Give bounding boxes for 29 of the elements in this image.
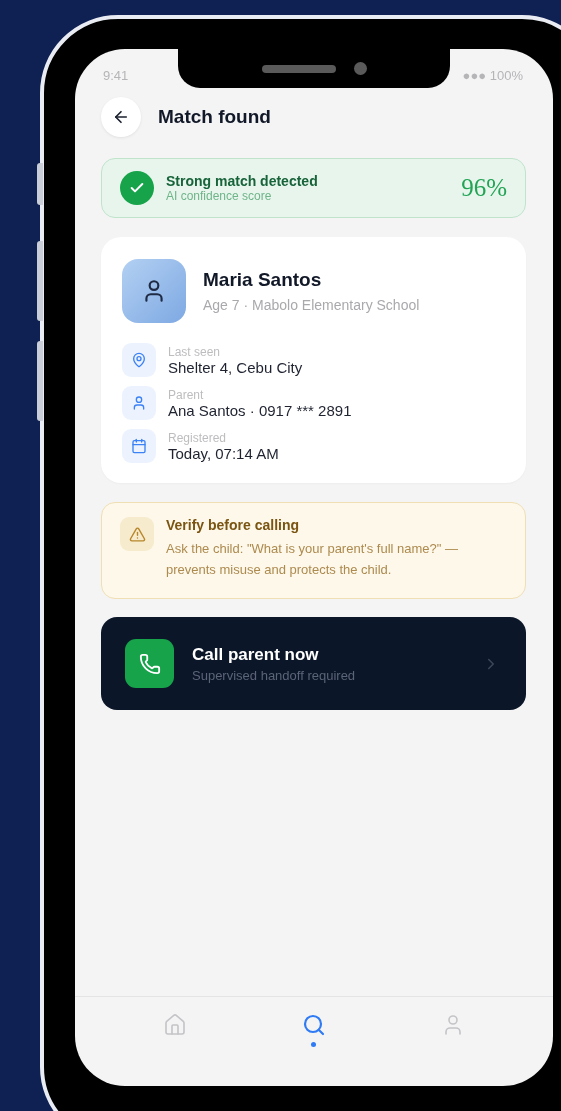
avatar-person-icon xyxy=(122,259,186,323)
calendar-icon xyxy=(122,429,156,463)
banner-subtitle: AI confidence score xyxy=(166,189,273,203)
phone-icon xyxy=(125,639,174,688)
search-icon xyxy=(302,1013,326,1037)
field-label: Parent xyxy=(168,387,205,402)
child-details: Age 7 · Mabolo Elementary School xyxy=(203,297,421,313)
warning-title: Verify before calling xyxy=(166,517,301,533)
call-parent-button[interactable]: Call parent now Supervised handoff required xyxy=(101,617,526,710)
field-value: Shelter 4, Cebu City xyxy=(168,358,304,376)
page-title: Match found xyxy=(158,106,271,128)
confidence-score: 96% xyxy=(461,174,507,202)
field-value: Today, 07:14 AM xyxy=(168,444,280,462)
status-time: 9:41 xyxy=(103,68,129,82)
person-icon xyxy=(122,386,156,420)
home-icon xyxy=(162,1013,187,1037)
location-icon xyxy=(122,343,156,377)
warning-text: Ask the child: "What is your parent's full name?" — prevents misuse and protects the child. xyxy=(166,540,460,579)
warning-icon xyxy=(120,517,154,551)
banner-title: Strong match detected xyxy=(166,173,319,189)
camera xyxy=(353,62,367,75)
active-dot xyxy=(311,1042,317,1047)
back-button[interactable] xyxy=(101,97,141,137)
field-value: Ana Santos · 0917 *** 2891 xyxy=(168,401,353,419)
check-icon xyxy=(120,171,154,205)
child-name: Maria Santos xyxy=(203,269,323,291)
field-label: Last seen xyxy=(168,344,222,359)
status-battery: ●●● 100% xyxy=(462,68,523,82)
field-label: Registered xyxy=(168,430,228,445)
